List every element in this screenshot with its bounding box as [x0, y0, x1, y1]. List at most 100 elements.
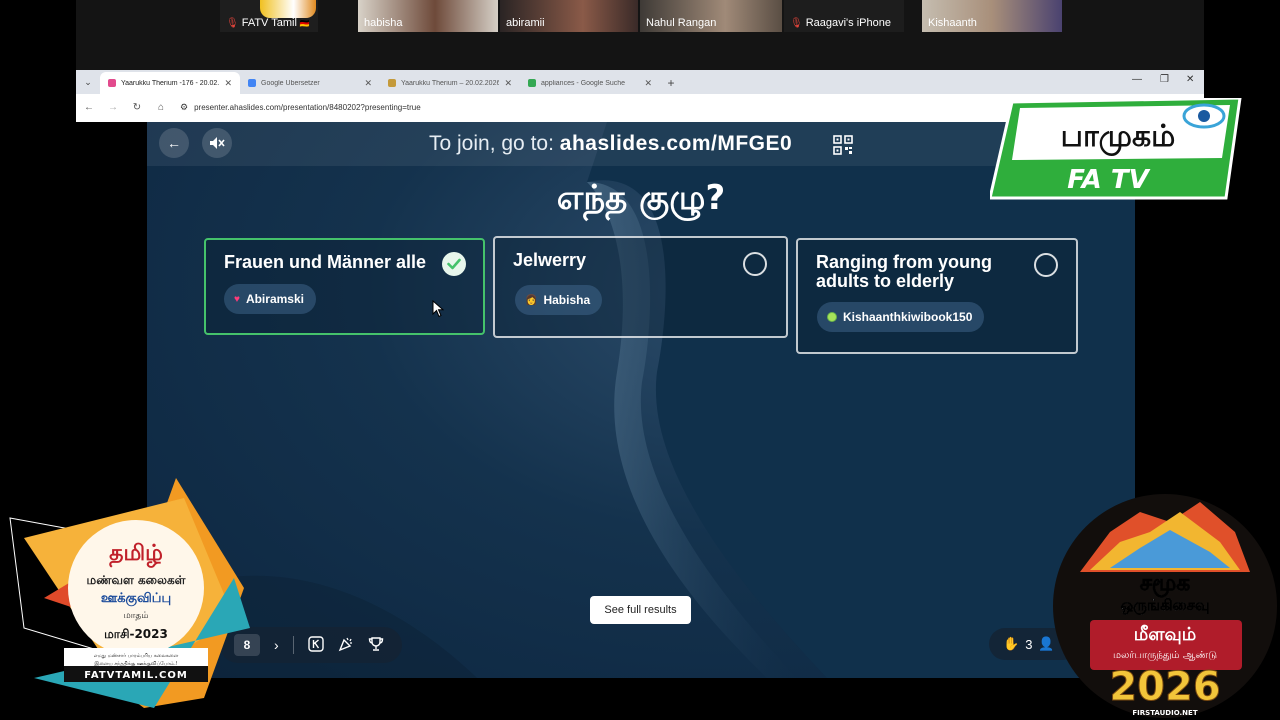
participant-tile[interactable]: Kishaanth — [922, 0, 1062, 32]
close-tab-icon[interactable]: ✕ — [644, 78, 652, 89]
presentation-screen: ← To join, go to: ahaslides.com/MFGE0 எந… — [147, 122, 1135, 678]
close-tab-icon[interactable]: ✕ — [504, 78, 512, 89]
radio-icon — [1034, 253, 1058, 277]
option-title: Frauen und Männer alle — [224, 252, 427, 272]
badge-text: மீளவும் — [1134, 624, 1197, 645]
site-info-icon[interactable]: ⚙ — [180, 102, 188, 113]
badge-text: எமது மண்சார் பாரம்பரிய கலைகளை — [94, 653, 179, 659]
tamil-month-badge: தமிழ் மண்வள கலைகள் ஊக்குவிப்பு மாதம் மாச… — [9, 478, 250, 708]
participant-tile[interactable]: abiramii — [500, 0, 638, 32]
option-title: Ranging from young adults to elderly — [816, 252, 992, 291]
restore-icon[interactable]: ❐ — [1160, 74, 1169, 85]
speaker-muted-icon — [210, 137, 225, 149]
participant-tile-active[interactable]: Nahul Rangan — [640, 0, 782, 32]
mute-button[interactable] — [202, 128, 232, 158]
answer-option-1[interactable]: Frauen und Männer alle ♥ Abiramski — [204, 238, 485, 335]
badge-text: ஊக்குவிப்பு — [101, 591, 171, 606]
badge-text: மாதம் — [123, 611, 148, 621]
join-instructions: To join, go to: ahaslides.com/MFGE0 — [429, 132, 792, 156]
reload-icon[interactable]: ↻ — [132, 102, 142, 113]
tab-favicon-icon — [108, 79, 116, 87]
url-text: presenter.ahaslides.com/presentation/848… — [194, 102, 421, 112]
join-code[interactable]: ahaslides.com/MFGE0 — [560, 132, 792, 155]
participant-name: Raagavi's iPhone — [805, 17, 891, 29]
answer-option-3[interactable]: Ranging from young adults to elderly Kis… — [796, 238, 1078, 354]
participant-name: Nahul Rangan — [646, 17, 717, 29]
browser-tab[interactable]: Yaarukku Therium -176 - 20.02. ✕ — [100, 72, 240, 94]
badge-text: மலர்பாருந்தும் ஆண்டு — [1113, 650, 1217, 661]
meeting-participants-strip: 🎙 FATV Tamil 🇩🇪 habisha abiramii Nahul Ran… — [76, 0, 1204, 70]
tab-search-icon[interactable]: ⌄ — [76, 70, 100, 94]
responder-chip: Kishaanthkiwibook150 — [817, 302, 985, 332]
tab-title: Google Übersetzer — [261, 79, 320, 87]
trophy-icon[interactable] — [368, 636, 384, 655]
qr-code-icon[interactable] — [833, 135, 853, 155]
badge-text: மண்வள கலைகள் — [87, 573, 186, 587]
responder-chip: ♥ Abiramski — [224, 284, 316, 314]
minimize-icon[interactable]: — — [1132, 74, 1142, 85]
participant-name: habisha — [364, 17, 403, 29]
tab-favicon-icon — [248, 79, 256, 87]
browser-tab[interactable]: appliances - Google Suche ✕ — [520, 72, 660, 94]
arrow-left-icon: ← — [167, 135, 181, 151]
responder-name: Habisha — [543, 293, 591, 307]
badge-text: சமூக — [1140, 571, 1191, 598]
keyboard-shortcut-icon[interactable] — [307, 635, 324, 655]
logo-tamil-text: பாமுகம் — [1061, 119, 1176, 156]
badge-site-text: FATVTAMIL.COM — [84, 670, 188, 681]
check-icon — [442, 252, 466, 276]
fatv-logo: பாமுகம் FA TV — [990, 98, 1242, 200]
hand-icon: ✋ — [1003, 636, 1020, 651]
browser-tab[interactable]: Yaarukku Therium – 20.02.2026 ✕ — [380, 72, 520, 94]
close-tab-icon[interactable]: ✕ — [224, 78, 232, 89]
mic-off-icon: 🎙 — [790, 17, 803, 29]
browser-tab[interactable]: Google Übersetzer ✕ — [240, 72, 380, 94]
tab-bar: ⌄ Yaarukku Therium -176 - 20.02. ✕ Googl… — [76, 70, 1204, 94]
community-badge: சமூக ஒருங்கிசைவு மீளவும் மலர்பாருந்தும் … — [1053, 494, 1277, 718]
answer-option-2[interactable]: Jelwerry 👩 Habisha — [493, 236, 788, 338]
status-dot-icon — [827, 312, 837, 322]
responder-name: Abiramski — [245, 292, 304, 306]
participant-name: Kishaanth — [928, 17, 977, 29]
see-full-results-button[interactable]: See full results — [590, 596, 691, 624]
badge-text: தமிழ் — [109, 541, 163, 568]
tab-title: Yaarukku Therium – 20.02.2026 — [401, 79, 500, 87]
responder-name: Kishaanthkiwibook150 — [843, 310, 973, 324]
tab-title: Yaarukku Therium -176 - 20.02. — [121, 79, 220, 87]
question-title: எந்த குழு? — [556, 178, 726, 218]
tab-favicon-icon — [388, 79, 396, 87]
next-slide-icon[interactable]: › — [274, 637, 279, 653]
option-title: Jelwerry — [513, 250, 587, 270]
participant-name: abiramii — [506, 17, 545, 29]
join-prefix: To join, go to: — [429, 132, 554, 155]
back-button[interactable]: ← — [159, 128, 189, 158]
mouse-cursor-icon — [432, 300, 444, 318]
participant-tile[interactable]: habisha — [358, 0, 498, 32]
url-field[interactable]: ⚙ presenter.ahaslides.com/presentation/8… — [180, 102, 421, 113]
tab-title: appliances - Google Suche — [541, 79, 626, 87]
toolbar-divider — [292, 636, 294, 654]
flag-icon: 🇩🇪 — [299, 18, 310, 28]
confetti-icon[interactable] — [338, 636, 354, 655]
close-window-icon[interactable]: ✕ — [1186, 74, 1194, 85]
person-icon: 👩 — [525, 294, 538, 306]
badge-site-text: FIRSTAUDIO.NET — [1132, 709, 1197, 717]
participant-tile[interactable]: 🎙 Raagavi's iPhone — [784, 0, 904, 32]
forward-icon[interactable]: → — [108, 102, 118, 113]
badge-year: 2026 — [1109, 664, 1220, 710]
new-tab-button[interactable]: + — [660, 72, 682, 94]
heart-icon: ♥ — [234, 293, 240, 305]
badge-text: ஒருங்கிசைவு — [1121, 596, 1210, 615]
tab-favicon-icon — [528, 79, 536, 87]
logo-fatv-text: FA TV — [1067, 165, 1150, 195]
participant-tile[interactable]: 🎙 FATV Tamil 🇩🇪 — [220, 0, 318, 32]
back-icon[interactable]: ← — [84, 102, 94, 113]
badge-text: மாசி-2023 — [104, 627, 168, 641]
responder-chip: 👩 Habisha — [515, 285, 603, 315]
radio-icon — [743, 252, 767, 276]
participant-name: FATV Tamil — [241, 17, 297, 29]
mic-off-icon: 🎙 — [226, 17, 239, 29]
home-icon[interactable]: ⌂ — [156, 102, 166, 113]
hand-count: 3 — [1025, 636, 1033, 652]
close-tab-icon[interactable]: ✕ — [364, 78, 372, 89]
